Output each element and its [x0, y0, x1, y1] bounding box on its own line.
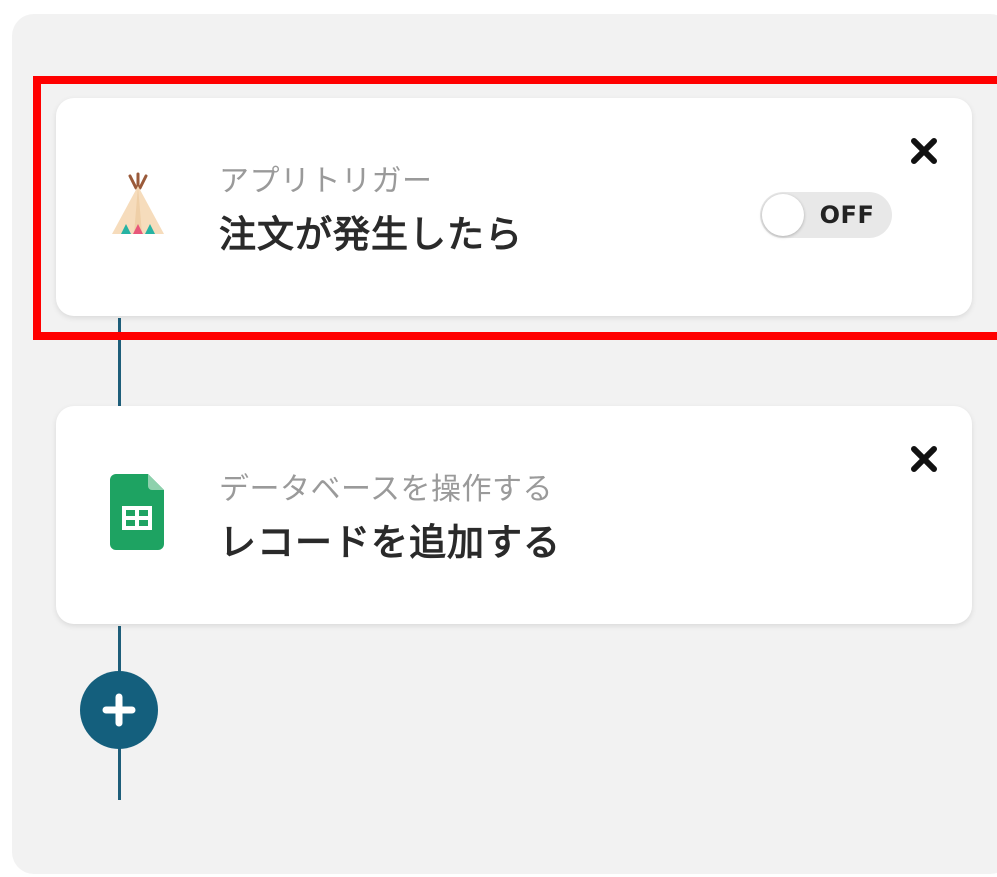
step-title: レコードを追加する	[219, 521, 561, 564]
teepee-icon	[112, 172, 164, 234]
plus-icon	[102, 693, 136, 727]
toggle-knob	[762, 194, 804, 236]
step-title: 注文が発生したら	[219, 213, 523, 256]
add-step-button[interactable]	[80, 671, 158, 749]
close-icon[interactable]	[909, 444, 939, 474]
trigger-toggle[interactable]: OFF	[760, 192, 892, 238]
trigger-step-card[interactable]: アプリトリガー 注文が発生したら OFF	[56, 98, 972, 316]
step-type-label: データベースを操作する	[219, 472, 553, 507]
flow-connector	[118, 318, 121, 408]
action-step-card[interactable]: データベースを操作する レコードを追加する	[56, 406, 972, 624]
toggle-state-label: OFF	[819, 201, 875, 229]
google-sheets-icon	[110, 474, 164, 550]
close-icon[interactable]	[909, 136, 939, 166]
step-type-label: アプリトリガー	[219, 164, 433, 199]
